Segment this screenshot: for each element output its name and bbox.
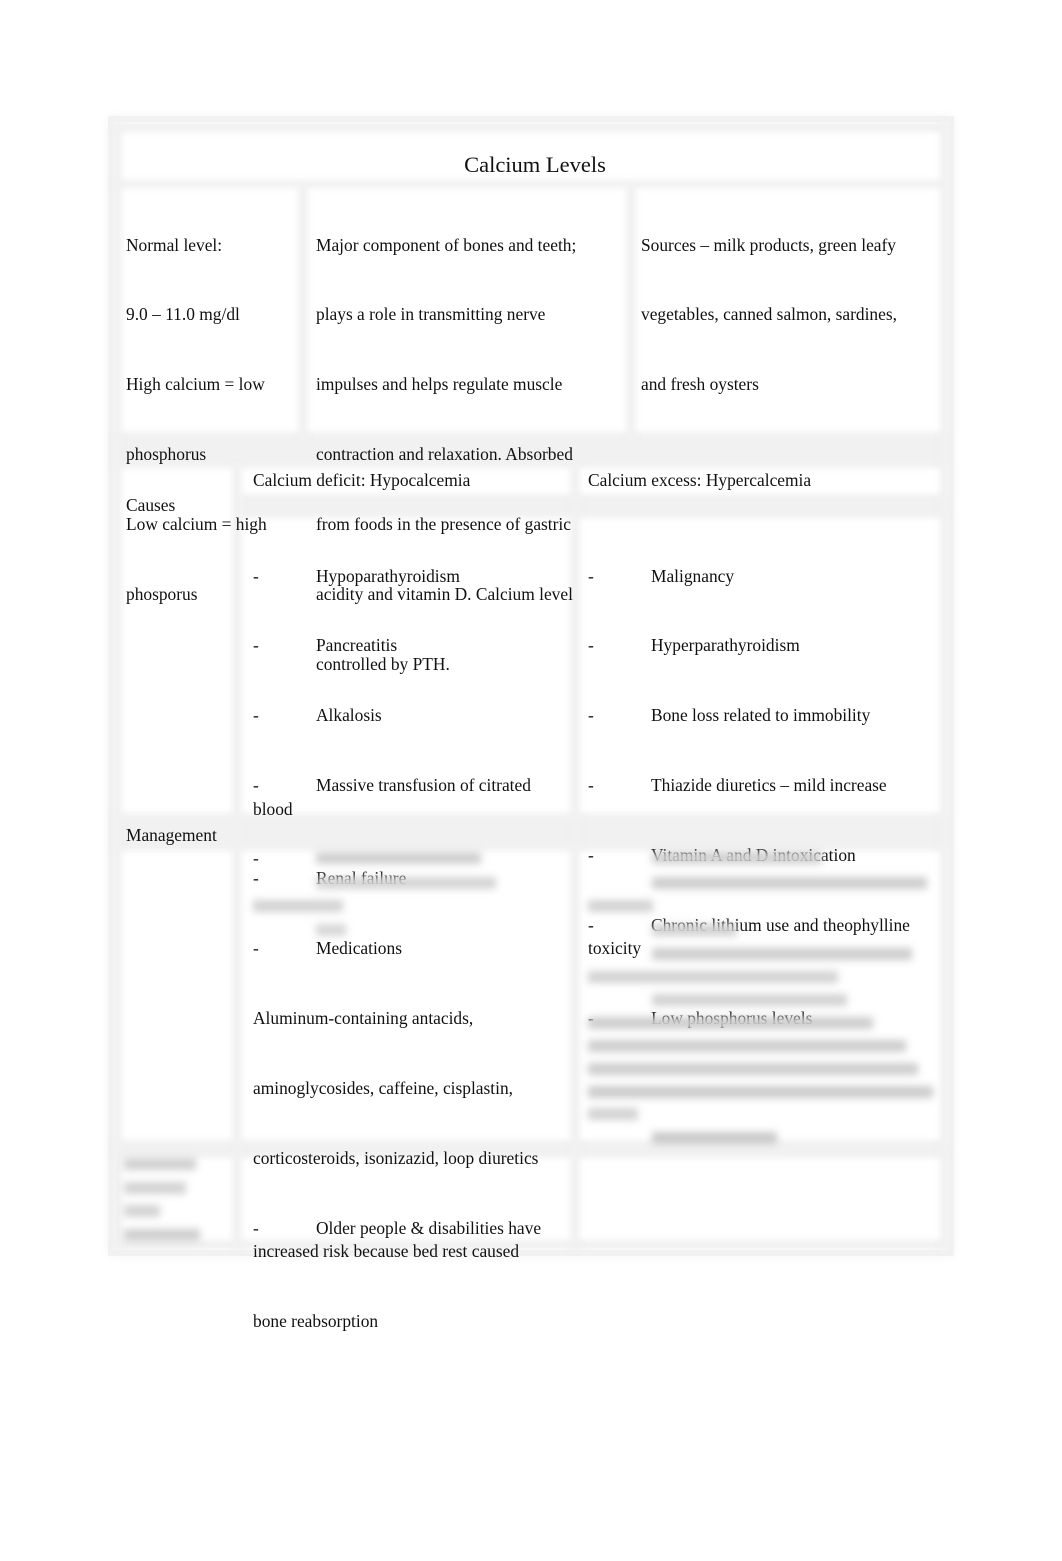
sources-cell: Sources – milk products, green leafy veg… [641, 187, 941, 443]
bullet-dash: - [253, 565, 259, 586]
list-item: - Older people & disabilities have increas… [253, 1217, 571, 1264]
list-item-text: Aluminum-containing antacids, [253, 1008, 474, 1029]
row-label-causes: Causes [126, 495, 176, 515]
table-divider-1 [298, 185, 308, 440]
blurred-text-line [316, 924, 346, 936]
blurred-text-line [652, 924, 737, 936]
blurred-text-line [124, 1182, 186, 1194]
blurred-text-line [588, 1086, 933, 1098]
blurred-text-line [588, 900, 653, 912]
bullet-dash: - [588, 915, 594, 936]
list-item-text: aminoglycosides, caffeine, cisplastin, [253, 1078, 513, 1099]
list-item-text: Malignancy [651, 565, 735, 586]
bullet-dash: - [253, 775, 259, 796]
list-item-text: Hyperparathyroidism [651, 635, 800, 656]
bullet-dash: - [588, 565, 594, 586]
list-item-text: corticosteroids, isonizazid, loop diuret… [253, 1148, 539, 1169]
management-deficit-dash: - [253, 848, 259, 868]
bullet-dash: - [588, 845, 594, 866]
list-item: - Pancreatitis [253, 634, 571, 657]
causes-deficit-list: - Hypoparathyroidism - Pancreatitis - Alkal… [253, 518, 571, 1380]
blurred-text-line [124, 1158, 196, 1170]
blurred-text-line [588, 1108, 638, 1120]
blurred-text-line [652, 1132, 777, 1144]
blurred-text-line [652, 852, 822, 864]
row-label-management: Management [126, 825, 217, 845]
sources-line: and fresh oysters [641, 374, 759, 395]
normal-level-line: High calcium = low [126, 374, 265, 395]
bullet-dash: - [253, 635, 259, 656]
list-item-continuation: blood [253, 798, 293, 819]
blurred-text-line [316, 852, 481, 864]
document-page: Calcium Levels Normal level: 9.0 – 11.0 … [0, 0, 1062, 1561]
blurred-text-line [652, 877, 927, 889]
description-line: contraction and relaxation. Absorbed [316, 444, 573, 465]
blurred-text-line [588, 1063, 918, 1075]
list-item-text: Massive transfusion of citrated [316, 775, 531, 796]
blurred-text-line [652, 994, 847, 1006]
table-border-left [112, 122, 122, 1250]
list-item: - Thiazide diuretics – mild increase [588, 774, 940, 797]
list-item: - Massive transfusion of citrated blood [253, 774, 571, 821]
blurred-text-line [124, 1205, 160, 1217]
bullet-dash: - [253, 1217, 259, 1238]
list-item: bone reabsorption [253, 1310, 571, 1333]
blurred-text-line [588, 1017, 873, 1029]
list-item-text: Medications [316, 938, 402, 959]
list-item-text: Thiazide diuretics – mild increase [651, 775, 887, 796]
blurred-text-line [253, 900, 343, 912]
list-item: - Bone loss related to immobility [588, 704, 940, 727]
blurred-text-line [652, 948, 912, 960]
page-title: Calcium Levels [464, 152, 606, 177]
sources-line: Sources – milk products, green leafy [641, 234, 896, 255]
list-item: - Medications [253, 937, 571, 960]
list-item: - Alkalosis [253, 704, 571, 727]
sources-line: vegetables, canned salmon, sardines, [641, 304, 897, 325]
normal-level-line: Normal level: [126, 234, 223, 255]
list-item: - Hypoparathyroidism [253, 565, 571, 588]
table-border-top [114, 122, 948, 132]
table-divider-2 [626, 185, 636, 440]
list-item-text: bone reabsorption [253, 1311, 379, 1332]
blurred-text-line [316, 877, 496, 889]
list-item-text: Hypoparathyroidism [316, 565, 460, 586]
description-line: impulses and helps regulate muscle [316, 374, 563, 395]
list-item: aminoglycosides, caffeine, cisplastin, [253, 1077, 571, 1100]
list-item-text: Older people & disabilities have [316, 1217, 542, 1238]
table-border-right [940, 122, 950, 1250]
blurred-text-line [124, 1229, 200, 1241]
description-line: Major component of bones and teeth; [316, 234, 577, 255]
bullet-dash: - [253, 705, 259, 726]
list-item: - Malignancy [588, 565, 940, 588]
column-header-deficit: Calcium deficit: Hypocalcemia [253, 470, 471, 490]
normal-level-line: phosphorus [126, 444, 207, 465]
list-item-text: Alkalosis [316, 705, 382, 726]
list-item: - Hyperparathyroidism [588, 634, 940, 657]
bullet-dash: - [588, 635, 594, 656]
bullet-dash: - [253, 868, 259, 889]
list-item-text: Bone loss related to immobility [651, 705, 871, 726]
list-item-text: Pancreatitis [316, 635, 398, 656]
list-item: Aluminum-containing antacids, [253, 1007, 571, 1030]
list-item-continuation: increased risk because bed rest caused [253, 1241, 520, 1262]
list-item-continuation: toxicity [588, 938, 642, 959]
description-line: plays a role in transmitting nerve [316, 304, 546, 325]
blurred-text-line [588, 971, 838, 983]
column-header-excess: Calcium excess: Hypercalcemia [588, 470, 812, 490]
bullet-dash: - [253, 938, 259, 959]
bullet-dash: - [588, 705, 594, 726]
list-item: corticosteroids, isonizazid, loop diuret… [253, 1147, 571, 1170]
bullet-dash: - [588, 775, 594, 796]
blurred-text-line [588, 1040, 906, 1052]
normal-level-line: 9.0 – 11.0 mg/dl [126, 304, 240, 325]
